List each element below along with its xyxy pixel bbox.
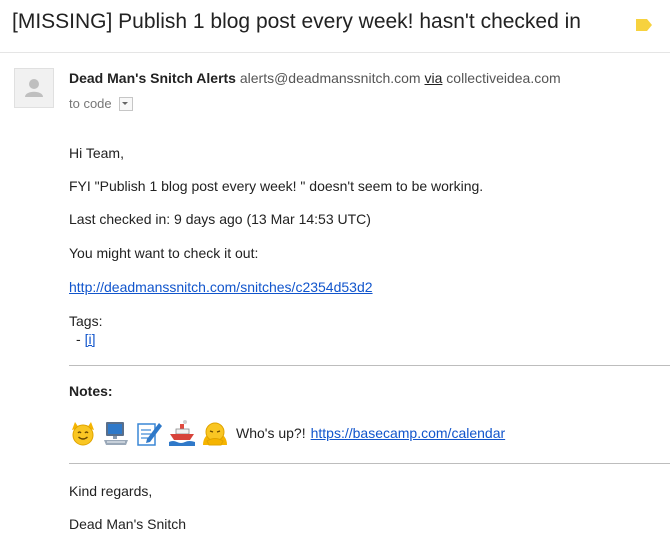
notes-label: Notes:: [69, 383, 113, 399]
sender-line: Dead Man's Snitch Alerts alerts@deadmans…: [69, 70, 561, 86]
memo-icon: [137, 423, 162, 446]
recipient-line: to code: [69, 96, 134, 112]
ship-icon: [169, 420, 195, 446]
tags-label: Tags:: [69, 313, 103, 329]
show-details-button[interactable]: [119, 96, 134, 111]
divider: [69, 365, 670, 366]
basecamp-link[interactable]: https://basecamp.com/calendar: [311, 425, 506, 441]
notes-line: Who's up?! https://basecamp.com/calendar: [69, 418, 505, 448]
smiling-face-icon: [72, 422, 94, 446]
tag-link[interactable]: [i]: [85, 331, 96, 347]
chevron-down-icon: [122, 101, 129, 105]
via-domain: collectiveidea.com: [446, 70, 561, 86]
tag-list-item: - [i]: [76, 331, 95, 347]
divider: [69, 463, 670, 464]
computer-icon: [104, 422, 128, 445]
tag-prefix: -: [76, 331, 85, 347]
closing: Kind regards,: [69, 483, 153, 499]
person-icon: [25, 79, 43, 97]
check-out-line: You might want to check it out:: [69, 245, 259, 261]
subject-header: [MISSING] Publish 1 blog post every week…: [0, 0, 670, 53]
notes-text: Who's up?!: [236, 425, 306, 441]
last-checked-line: Last checked in: 9 days ago (13 Mar 14:5…: [69, 211, 371, 227]
via-link[interactable]: via: [425, 70, 443, 86]
signature: Dead Man's Snitch: [69, 516, 187, 532]
greeting: Hi Team,: [69, 145, 124, 161]
avatar: [14, 68, 54, 108]
snitch-link[interactable]: http://deadmanssnitch.com/snitches/c2354…: [69, 279, 373, 295]
fyi-line: FYI "Publish 1 blog post every week! " d…: [69, 178, 484, 194]
email-subject: [MISSING] Publish 1 blog post every week…: [12, 10, 581, 33]
label-tag-icon[interactable]: [636, 19, 652, 31]
recipient-text: to code: [69, 96, 112, 111]
praying-person-icon: [203, 422, 227, 446]
sender-name[interactable]: Dead Man's Snitch Alerts: [69, 70, 236, 86]
sender-email: alerts@deadmanssnitch.com: [239, 70, 421, 86]
